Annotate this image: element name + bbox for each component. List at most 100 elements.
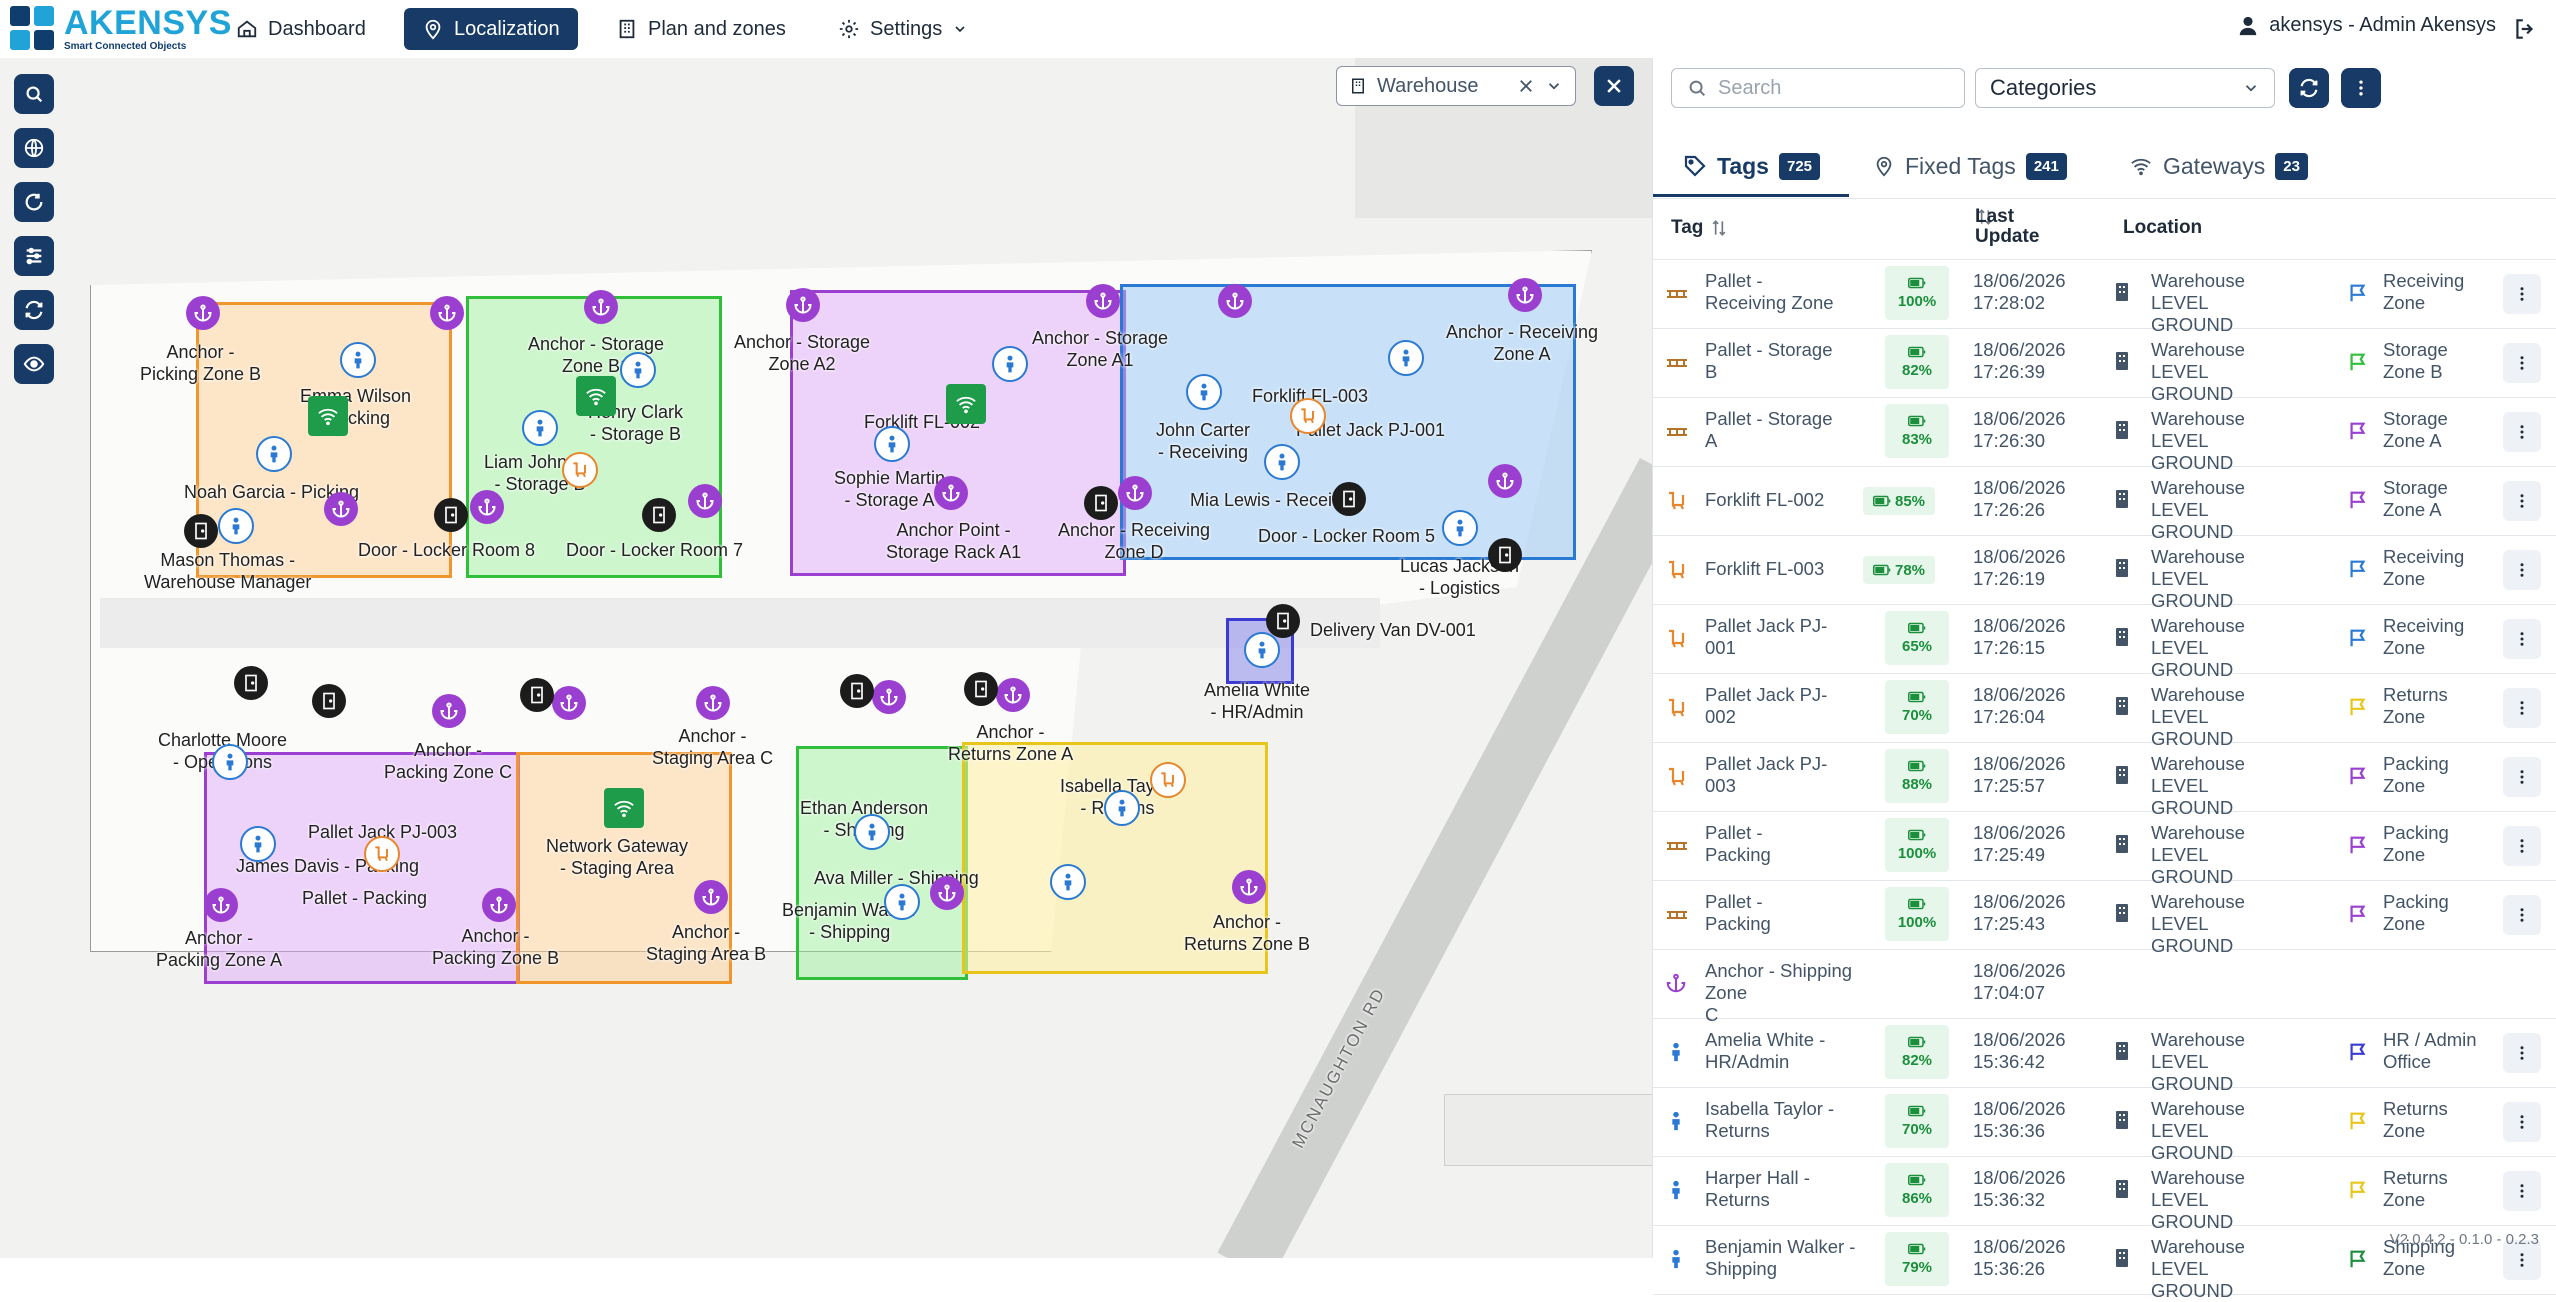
map-label[interactable]: Anchor - Packing Zone B	[432, 926, 559, 969]
row-actions-button[interactable]	[2503, 826, 2541, 866]
refresh-button[interactable]	[2289, 68, 2329, 108]
map-label[interactable]: Anchor - Packing Zone A	[156, 928, 282, 971]
map-label[interactable]: Mason Thomas - Warehouse Manager	[144, 550, 311, 593]
map-label[interactable]: Anchor - Storage Zone A2	[734, 332, 870, 375]
sync-button[interactable]	[14, 290, 54, 330]
row-actions-button[interactable]	[2503, 481, 2541, 521]
person-pin[interactable]	[884, 884, 920, 920]
anchor-pin[interactable]	[584, 290, 618, 324]
row-actions-button[interactable]	[2503, 412, 2541, 452]
row-actions-button[interactable]	[2503, 550, 2541, 590]
table-row[interactable]: Forklift FL-003 78% 18/06/2026 17:26:19 War…	[1653, 536, 2556, 611]
anchor-pin[interactable]	[786, 288, 820, 322]
map-label[interactable]: Pallet - Packing	[302, 888, 427, 910]
nav-plan-and-zones[interactable]: Plan and zones	[598, 8, 804, 50]
table-row[interactable]: Anchor - Shipping Zone C 18/06/2026 17:04:0…	[1653, 950, 2556, 1025]
person-pin[interactable]	[218, 508, 254, 544]
map-label[interactable]: Door - Locker Room 8	[358, 540, 535, 562]
table-row[interactable]: Harper Hall - Returns 86% 18/06/2026 15:36:…	[1653, 1157, 2556, 1232]
person-pin[interactable]	[854, 814, 890, 850]
map-label[interactable]: Sophie Martin - Storage A	[834, 468, 945, 511]
column-tag[interactable]: Tag	[1671, 217, 1729, 239]
reset-view-button[interactable]	[14, 182, 54, 222]
gateway-marker[interactable]	[946, 384, 986, 424]
door-pin[interactable]	[184, 514, 218, 548]
anchor-pin[interactable]	[1232, 870, 1266, 904]
search-input[interactable]: Search	[1671, 68, 1965, 108]
door-pin[interactable]	[520, 678, 554, 712]
table-row[interactable]: Amelia White - HR/Admin 82% 18/06/2026 15:3…	[1653, 1019, 2556, 1094]
building-filter-select[interactable]: Warehouse	[1336, 66, 1576, 106]
anchor-pin[interactable]	[1086, 284, 1120, 318]
map-view[interactable]: MCNAUGHTON RD Anchor - Picking Zone B Emm…	[0, 58, 1652, 1258]
anchor-pin[interactable]	[1508, 278, 1542, 312]
person-pin[interactable]	[1050, 864, 1086, 900]
map-label[interactable]: Anchor - Returns Zone B	[1184, 912, 1310, 955]
door-pin[interactable]	[1488, 538, 1522, 572]
row-actions-button[interactable]	[2503, 895, 2541, 935]
tab-fixed-tags[interactable]: Fixed Tags 241	[1873, 136, 2067, 196]
column-location[interactable]: Location	[2123, 217, 2202, 239]
person-pin[interactable]	[256, 436, 292, 472]
filters-button[interactable]	[14, 236, 54, 276]
logout-icon[interactable]	[2512, 16, 2538, 42]
door-pin[interactable]	[234, 666, 268, 700]
anchor-pin[interactable]	[482, 888, 516, 922]
column-last-update[interactable]: Last Update	[1975, 207, 2039, 247]
person-pin[interactable]	[522, 410, 558, 446]
nav-localization[interactable]: Localization	[404, 8, 578, 50]
row-actions-button[interactable]	[2503, 1102, 2541, 1142]
chevron-down-icon[interactable]	[1545, 77, 1563, 95]
table-row[interactable]: Pallet - Storage A 83% 18/06/2026 17:26:30 W…	[1653, 398, 2556, 473]
person-pin[interactable]	[1186, 374, 1222, 410]
map-label[interactable]: John Carter - Receiving	[1156, 420, 1250, 463]
person-pin[interactable]	[874, 426, 910, 462]
door-pin[interactable]	[1266, 604, 1300, 638]
table-row[interactable]: Pallet - Storage B 82% 18/06/2026 17:26:39 W…	[1653, 329, 2556, 404]
gateway-marker[interactable]	[604, 788, 644, 828]
anchor-pin[interactable]	[996, 678, 1030, 712]
nav-settings[interactable]: Settings	[820, 8, 986, 50]
map-label[interactable]: Anchor - Picking Zone B	[140, 342, 261, 385]
table-row[interactable]: Pallet Jack PJ- 003 88% 18/06/2026 17:25:57…	[1653, 743, 2556, 818]
gateway-marker[interactable]	[308, 396, 348, 436]
gateway-marker[interactable]	[576, 376, 616, 416]
forklift-pin[interactable]	[562, 452, 598, 488]
zone-shipping[interactable]	[796, 746, 968, 980]
anchor-pin[interactable]	[930, 876, 964, 910]
forklift-pin[interactable]	[1290, 398, 1326, 434]
anchor-pin[interactable]	[552, 686, 586, 720]
anchor-pin[interactable]	[324, 492, 358, 526]
anchor-pin[interactable]	[430, 296, 464, 330]
map-label[interactable]: Anchor - Returns Zone A	[948, 722, 1073, 765]
user-menu[interactable]: akensys - Admin Akensys	[2237, 14, 2496, 37]
globe-view-button[interactable]	[14, 128, 54, 168]
anchor-pin[interactable]	[1488, 464, 1522, 498]
person-pin[interactable]	[1442, 510, 1478, 546]
map-label[interactable]: Anchor - Receiving Zone A	[1446, 322, 1598, 365]
table-row[interactable]: Pallet Jack PJ- 001 65% 18/06/2026 17:26:15…	[1653, 605, 2556, 680]
person-pin[interactable]	[1388, 340, 1424, 376]
map-label[interactable]: Anchor - Packing Zone C	[384, 740, 512, 783]
map-label[interactable]: Delivery Van DV-001	[1310, 620, 1476, 642]
categories-select[interactable]: Categories	[1975, 68, 2275, 108]
person-pin[interactable]	[212, 744, 248, 780]
person-pin[interactable]	[620, 352, 656, 388]
table-row[interactable]: Forklift FL-002 85% 18/06/2026 17:26:26 War…	[1653, 467, 2556, 542]
table-row[interactable]: Pallet Jack PJ- 002 70% 18/06/2026 17:26:04…	[1653, 674, 2556, 749]
row-actions-button[interactable]	[2503, 343, 2541, 383]
anchor-pin[interactable]	[1218, 284, 1252, 318]
person-pin[interactable]	[1104, 790, 1140, 826]
map-label[interactable]: Door - Locker Room 5	[1258, 526, 1435, 548]
close-panel-button[interactable]	[1594, 66, 1634, 106]
row-actions-button[interactable]	[2503, 757, 2541, 797]
anchor-pin[interactable]	[1118, 476, 1152, 510]
door-pin[interactable]	[840, 674, 874, 708]
more-options-button[interactable]	[2341, 68, 2381, 108]
map-label[interactable]: Anchor - Staging Area C	[652, 726, 773, 769]
anchor-pin[interactable]	[186, 296, 220, 330]
map-label[interactable]: Network Gateway - Staging Area	[546, 836, 688, 879]
person-pin[interactable]	[992, 346, 1028, 382]
tab-tags[interactable]: Tags 725	[1683, 136, 1821, 196]
forklift-pin[interactable]	[1150, 762, 1186, 798]
